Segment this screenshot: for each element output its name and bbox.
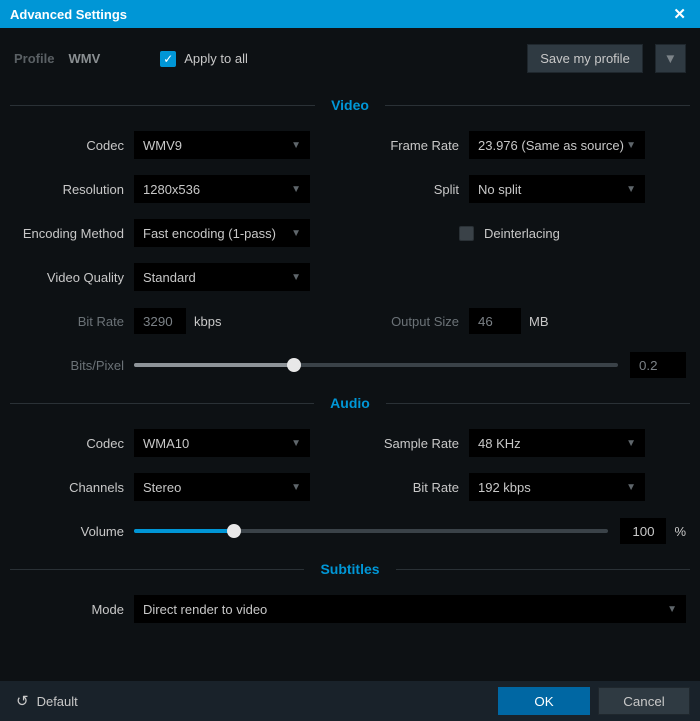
audio-section-title: Audio bbox=[314, 395, 386, 411]
resolution-select[interactable]: 1280x536 ▼ bbox=[134, 175, 310, 203]
deinterlacing-label: Deinterlacing bbox=[484, 226, 560, 241]
output-size-input[interactable] bbox=[469, 308, 521, 334]
save-profile-button[interactable]: Save my profile bbox=[527, 44, 643, 73]
save-profile-dropdown[interactable]: ▼ bbox=[655, 44, 686, 73]
encoding-select[interactable]: Fast encoding (1-pass) ▼ bbox=[134, 219, 310, 247]
apply-all-checkbox[interactable]: ✓ bbox=[160, 51, 176, 67]
deinterlacing-checkbox[interactable] bbox=[459, 226, 474, 241]
volume-input[interactable] bbox=[620, 518, 666, 544]
bits-pixel-input[interactable] bbox=[630, 352, 686, 378]
chevron-down-icon: ▼ bbox=[626, 438, 636, 449]
channels-label: Channels bbox=[14, 480, 134, 495]
profile-name: WMV bbox=[68, 51, 100, 66]
audio-codec-select[interactable]: WMA10 ▼ bbox=[134, 429, 310, 457]
close-icon[interactable]: ✕ bbox=[669, 5, 690, 23]
chevron-down-icon: ▼ bbox=[626, 482, 636, 493]
reset-icon: ↻ bbox=[16, 692, 29, 710]
chevron-down-icon: ▼ bbox=[291, 272, 301, 283]
chevron-down-icon: ▼ bbox=[291, 438, 301, 449]
sample-rate-select[interactable]: 48 KHz ▼ bbox=[469, 429, 645, 457]
chevron-down-icon: ▼ bbox=[291, 228, 301, 239]
split-label: Split bbox=[349, 182, 469, 197]
split-select[interactable]: No split ▼ bbox=[469, 175, 645, 203]
encoding-label: Encoding Method bbox=[14, 226, 134, 241]
subtitle-mode-select[interactable]: Direct render to video ▼ bbox=[134, 595, 686, 623]
subtitle-mode-label: Mode bbox=[14, 602, 134, 617]
audio-codec-label: Codec bbox=[14, 436, 134, 451]
video-codec-label: Codec bbox=[14, 138, 134, 153]
volume-unit: % bbox=[674, 524, 686, 539]
output-size-unit: MB bbox=[529, 314, 549, 329]
frame-rate-label: Frame Rate bbox=[349, 138, 469, 153]
profile-label: Profile bbox=[14, 51, 54, 66]
video-quality-select[interactable]: Standard ▼ bbox=[134, 263, 310, 291]
channels-select[interactable]: Stereo ▼ bbox=[134, 473, 310, 501]
video-section-divider: Video bbox=[10, 97, 690, 113]
chevron-down-icon: ▼ bbox=[626, 184, 636, 195]
video-quality-label: Video Quality bbox=[14, 270, 134, 285]
video-bitrate-label: Bit Rate bbox=[14, 314, 134, 329]
video-bitrate-input[interactable] bbox=[134, 308, 186, 334]
output-size-label: Output Size bbox=[349, 314, 469, 329]
chevron-down-icon: ▼ bbox=[291, 184, 301, 195]
chevron-down-icon: ▼ bbox=[626, 140, 636, 151]
window-title: Advanced Settings bbox=[10, 7, 669, 22]
cancel-button[interactable]: Cancel bbox=[598, 687, 690, 715]
frame-rate-select[interactable]: 23.976 (Same as source) ▼ bbox=[469, 131, 645, 159]
default-button[interactable]: ↻ Default bbox=[10, 688, 84, 714]
chevron-down-icon: ▼ bbox=[291, 482, 301, 493]
ok-button[interactable]: OK bbox=[498, 687, 590, 715]
resolution-label: Resolution bbox=[14, 182, 134, 197]
video-bitrate-unit: kbps bbox=[194, 314, 221, 329]
bits-pixel-slider[interactable] bbox=[134, 351, 618, 379]
footer: ↻ Default OK Cancel bbox=[0, 681, 700, 721]
video-section-title: Video bbox=[315, 97, 385, 113]
video-codec-select[interactable]: WMV9 ▼ bbox=[134, 131, 310, 159]
audio-bitrate-label: Bit Rate bbox=[349, 480, 469, 495]
header-row: Profile WMV ✓ Apply to all Save my profi… bbox=[0, 28, 700, 83]
titlebar: Advanced Settings ✕ bbox=[0, 0, 700, 28]
audio-section-divider: Audio bbox=[10, 395, 690, 411]
volume-label: Volume bbox=[14, 524, 134, 539]
audio-bitrate-select[interactable]: 192 kbps ▼ bbox=[469, 473, 645, 501]
apply-all-label: Apply to all bbox=[184, 51, 248, 66]
chevron-down-icon: ▼ bbox=[667, 604, 677, 615]
bits-pixel-label: Bits/Pixel bbox=[14, 358, 134, 373]
chevron-down-icon: ▼ bbox=[291, 140, 301, 151]
sample-rate-label: Sample Rate bbox=[349, 436, 469, 451]
subtitles-section-divider: Subtitles bbox=[10, 561, 690, 577]
subtitles-section-title: Subtitles bbox=[304, 561, 395, 577]
volume-slider[interactable] bbox=[134, 517, 608, 545]
